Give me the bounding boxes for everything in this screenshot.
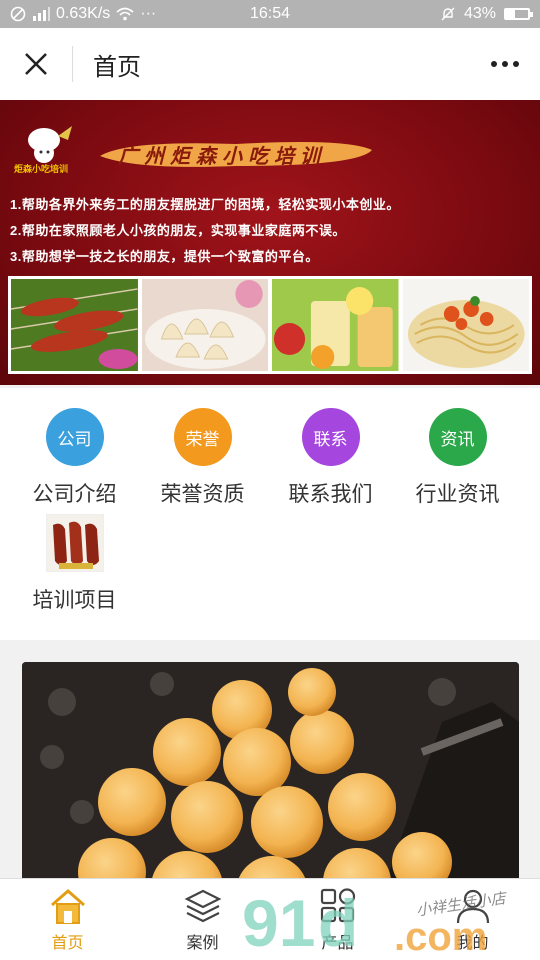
shortcut-label: 公司介绍 xyxy=(32,483,117,506)
dot-icon xyxy=(502,61,508,67)
home-icon xyxy=(50,888,85,924)
bottom-tab-bar: 首页 案例 产品 我的 xyxy=(0,878,540,960)
industry-news-shortcut[interactable]: 资讯 行业资讯 xyxy=(390,408,525,508)
page-title: 首页 xyxy=(93,53,141,81)
no-sim-icon xyxy=(10,6,26,22)
tab-products[interactable]: 产品 xyxy=(270,879,405,960)
banner-photo-strip xyxy=(8,276,532,374)
dot-icon xyxy=(491,61,497,67)
tab-label: 首页 xyxy=(51,934,84,952)
wifi-icon xyxy=(116,7,134,21)
nav-bar: 首页 xyxy=(0,28,540,100)
contact-shortcut[interactable]: 联系 联系我们 xyxy=(263,408,398,508)
shortcut-label: 荣誉资质 xyxy=(160,483,245,506)
company-intro-shortcut[interactable]: 公司 公司介绍 xyxy=(7,408,142,508)
close-icon xyxy=(25,53,47,75)
banner-headline: 广州炬森小吃培训 xyxy=(118,144,326,168)
skewers-photo xyxy=(11,279,138,371)
grid-icon xyxy=(320,887,355,922)
divider xyxy=(72,46,73,82)
training-projects-shortcut[interactable]: 培训项目 xyxy=(7,514,142,614)
featured-image[interactable] xyxy=(22,662,519,892)
dumplings-photo xyxy=(141,279,268,371)
layers-icon xyxy=(184,889,221,922)
tab-label: 产品 xyxy=(321,934,354,952)
user-icon xyxy=(456,889,489,923)
close-button[interactable] xyxy=(0,28,72,100)
shortcut-label: 培训项目 xyxy=(32,589,117,612)
shortcut-label: 行业资讯 xyxy=(415,483,500,506)
more-notifications-icon: ··· xyxy=(140,5,157,22)
contact-icon: 联系 xyxy=(301,408,360,466)
noodles-photo xyxy=(402,279,529,371)
juice-photo xyxy=(272,279,399,371)
banner-carousel[interactable]: 炬森小吃培训 广州炬森小吃培训 1.帮助各界外来务工的朋友摆脱进厂的困境，轻松实… xyxy=(0,100,540,385)
signal-icon xyxy=(33,7,50,21)
tab-label: 我的 xyxy=(456,934,489,952)
battery-icon xyxy=(504,8,533,20)
network-speed: 0.63K/s xyxy=(56,5,111,22)
battery-percent: 43% xyxy=(463,5,496,22)
tab-cases[interactable]: 案例 xyxy=(135,879,270,960)
logo-text: 炬森小吃培训 xyxy=(14,164,69,174)
mute-bell-icon xyxy=(441,7,455,21)
tab-mine[interactable]: 我的 xyxy=(405,879,540,960)
honors-shortcut[interactable]: 荣誉 荣誉资质 xyxy=(135,408,270,508)
honor-icon: 荣誉 xyxy=(173,408,232,466)
shortcut-label: 联系我们 xyxy=(288,483,373,506)
banner-line-2: 2.帮助在家照顾老人小孩的朋友，实现事业家庭两不误。 xyxy=(10,223,346,238)
more-menu-button[interactable] xyxy=(470,28,540,100)
news-icon: 资讯 xyxy=(428,408,487,466)
banner-line-1: 1.帮助各界外来务工的朋友摆脱进厂的困境，轻松实现小本创业。 xyxy=(10,197,400,212)
tab-label: 案例 xyxy=(186,934,219,952)
company-icon: 公司 xyxy=(45,408,104,466)
tab-home[interactable]: 首页 xyxy=(0,879,135,960)
training-thumbnail xyxy=(45,514,104,572)
dot-icon xyxy=(513,61,519,67)
banner-line-3: 3.帮助想学一技之长的朋友，提供一个致富的平台。 xyxy=(10,249,319,264)
shortcut-grid: 公司 公司介绍 荣誉 荣誉资质 联系 联系我们 资讯 行业资讯 培训项目 xyxy=(0,388,540,640)
status-bar: 0.63K/s ··· 16:54 43% xyxy=(0,0,540,28)
